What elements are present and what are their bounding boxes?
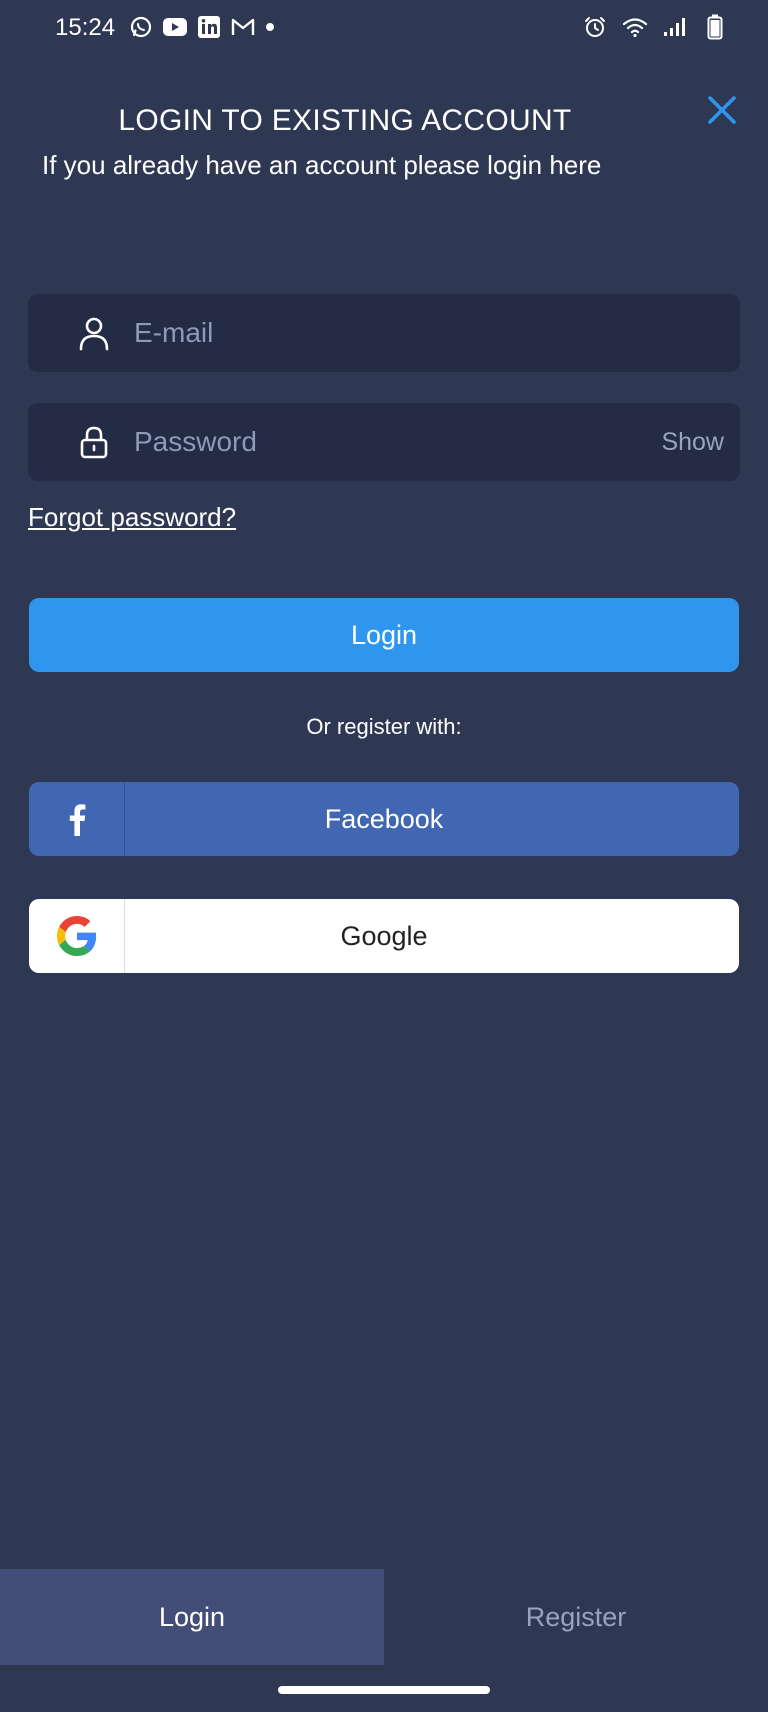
password-field[interactable] (134, 403, 662, 481)
whatsapp-icon (128, 14, 154, 40)
email-field-container[interactable] (28, 294, 740, 372)
login-screen: 15:24 LOGIN TO EXISTING ACCOUNT If you a… (0, 0, 768, 1712)
facebook-button[interactable]: Facebook (29, 782, 739, 856)
lock-icon (74, 422, 114, 462)
notification-icons (128, 14, 276, 40)
linkedin-icon (196, 14, 222, 40)
youtube-icon (162, 14, 188, 40)
email-field[interactable] (134, 294, 740, 372)
system-icons (582, 14, 728, 40)
page-subtitle: If you already have an account please lo… (42, 150, 602, 180)
close-button[interactable] (700, 90, 744, 134)
login-button[interactable]: Login (29, 598, 739, 672)
tab-register[interactable]: Register (384, 1569, 768, 1665)
signal-icon (662, 14, 688, 40)
dot-icon (264, 14, 276, 40)
forgot-password-link[interactable]: Forgot password? (28, 502, 236, 533)
google-icon (29, 899, 125, 973)
gmail-icon (230, 14, 256, 40)
home-indicator[interactable] (278, 1686, 490, 1694)
google-button[interactable]: Google (29, 899, 739, 973)
wifi-icon (622, 14, 648, 40)
user-icon (74, 313, 114, 353)
page-title: LOGIN TO EXISTING ACCOUNT (118, 104, 572, 137)
facebook-label: Facebook (324, 803, 444, 834)
close-icon (706, 94, 738, 131)
facebook-icon (29, 782, 125, 856)
status-time: 15:24 (55, 14, 116, 41)
google-label: Google (340, 920, 428, 951)
password-field-container[interactable]: Show (28, 403, 740, 481)
battery-icon (702, 14, 728, 40)
alarm-icon (582, 14, 608, 40)
show-password-toggle[interactable]: Show (661, 428, 724, 457)
status-bar: 15:24 (0, 0, 768, 56)
or-register-with-label: Or register with: (306, 714, 462, 739)
tab-login[interactable]: Login (0, 1569, 384, 1665)
bottom-tabs: Login Register (0, 1569, 768, 1665)
